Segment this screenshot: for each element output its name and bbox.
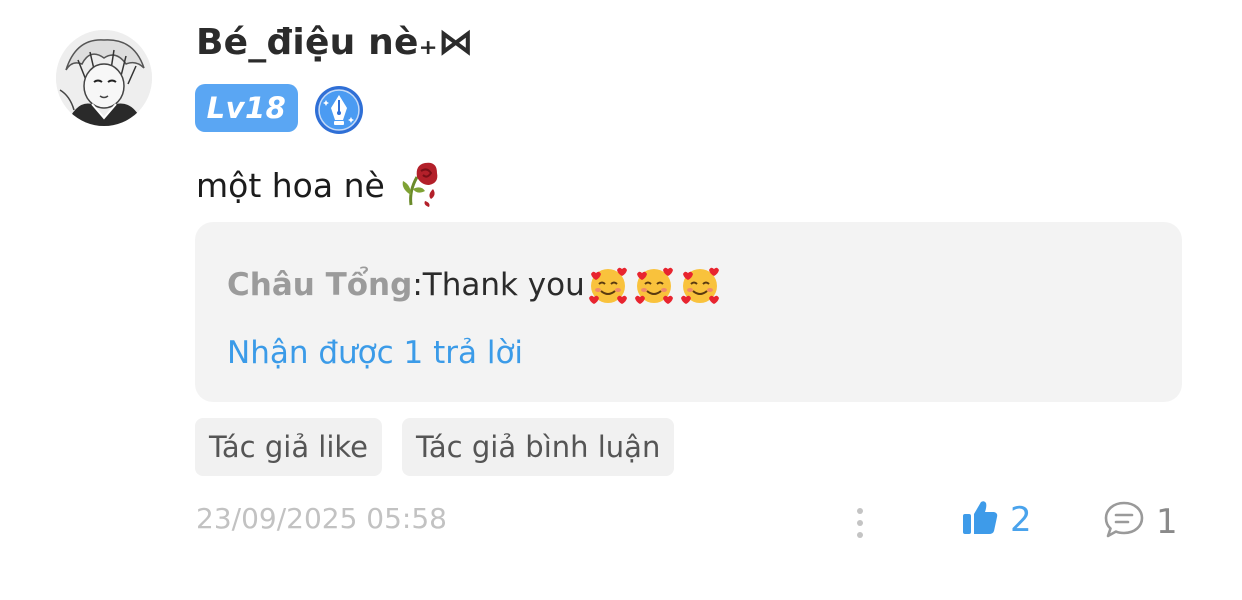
comment-text: một hoa nè [196, 155, 447, 215]
avatar[interactable] [56, 30, 152, 126]
reply-text: Thank you [422, 267, 585, 303]
smiling-face-with-hearts-icon [587, 264, 725, 306]
fountain-pen-badge-icon [313, 84, 365, 136]
reply-preview: Châu Tổng : Thank you [227, 264, 725, 306]
reply-preview-box[interactable]: Châu Tổng : Thank you Nhận được 1 trả lờ… [195, 222, 1182, 402]
comment-text-label: một hoa nè [196, 165, 385, 205]
reply-author[interactable]: Châu Tổng [227, 267, 412, 303]
speech-bubble-icon [1102, 498, 1146, 546]
level-badge: Lv18 [195, 84, 298, 132]
view-replies-link[interactable]: Nhận được 1 trả lời [227, 335, 523, 371]
thumbs-up-icon [960, 498, 1000, 542]
reply-separator: : [412, 267, 423, 303]
username[interactable]: Bé_điệu nè₊⋈ [196, 22, 474, 63]
author-commented-tag: Tác giả bình luận [402, 418, 675, 476]
comment-count: 1 [1156, 502, 1178, 542]
comment-item: Bé_điệu nè₊⋈ Lv18 một hoa nè Châu Tổng:… [0, 0, 1242, 600]
more-options-icon[interactable] [850, 504, 870, 544]
timestamp: 23/09/2025 05:58 [196, 502, 447, 535]
like-button[interactable]: 2 [960, 498, 1032, 542]
wilted-rose-icon [397, 155, 447, 215]
author-liked-tag: Tác giả like [195, 418, 383, 476]
like-count: 2 [1010, 500, 1032, 540]
reply-button[interactable]: 1 [1102, 498, 1178, 546]
